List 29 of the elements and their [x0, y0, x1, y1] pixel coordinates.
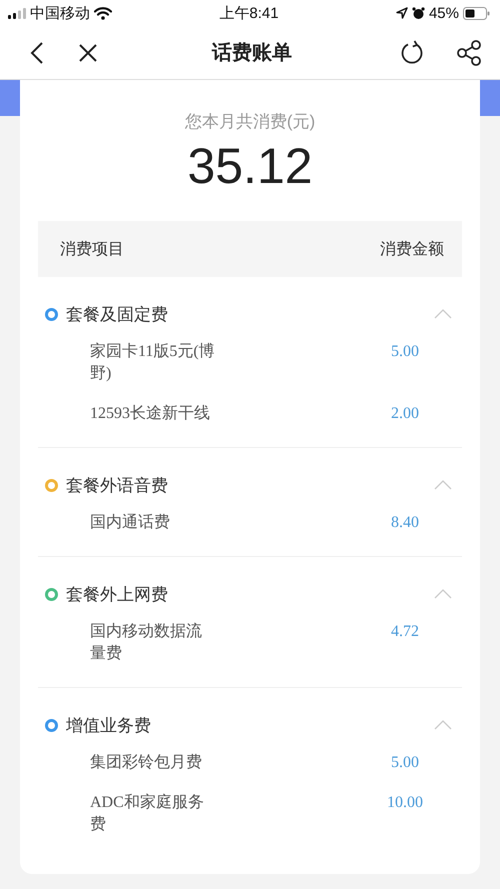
item-name: 国内通话费 — [90, 512, 171, 533]
section-title: 套餐外上网费 — [66, 584, 169, 606]
column-header: 消费金额 — [380, 240, 444, 260]
battery-percent: 45% — [428, 4, 459, 22]
item-name: 国内移动数据流量费 — [90, 622, 203, 664]
column-header: 消费项目 — [60, 240, 124, 260]
total-amount: 35.12 — [186, 137, 314, 195]
item-name: 12593长途新干线 — [90, 404, 211, 424]
battery-icon — [462, 6, 490, 20]
alarm-icon — [412, 6, 425, 20]
item-name: 集团彩铃包月费 — [90, 752, 203, 773]
section-title: 套餐及固定费 — [66, 304, 169, 326]
page-title: 话费账单 — [210, 41, 293, 66]
item-amount: 8.40 — [390, 513, 420, 533]
location-icon — [396, 7, 408, 20]
total-label: 您本月共消费(元) — [184, 111, 316, 133]
item-amount: 4.72 — [390, 622, 420, 642]
item-name: ADC和家庭服务费 — [90, 792, 205, 835]
section-title: 套餐外语音费 — [66, 474, 169, 496]
carrier-name: 中国移动 — [30, 4, 90, 23]
item-amount: 5.00 — [390, 753, 420, 773]
item-amount: 2.00 — [390, 404, 420, 424]
status-time: 上午8:41 — [219, 4, 279, 23]
section-title: 增值业务费 — [66, 714, 152, 736]
item-amount: 5.00 — [390, 342, 420, 362]
signal-icon — [8, 8, 26, 19]
wifi-icon — [94, 6, 112, 20]
item-amount: 10.00 — [386, 793, 424, 813]
item-name: 家园卡11版5元(博野) — [90, 342, 216, 384]
